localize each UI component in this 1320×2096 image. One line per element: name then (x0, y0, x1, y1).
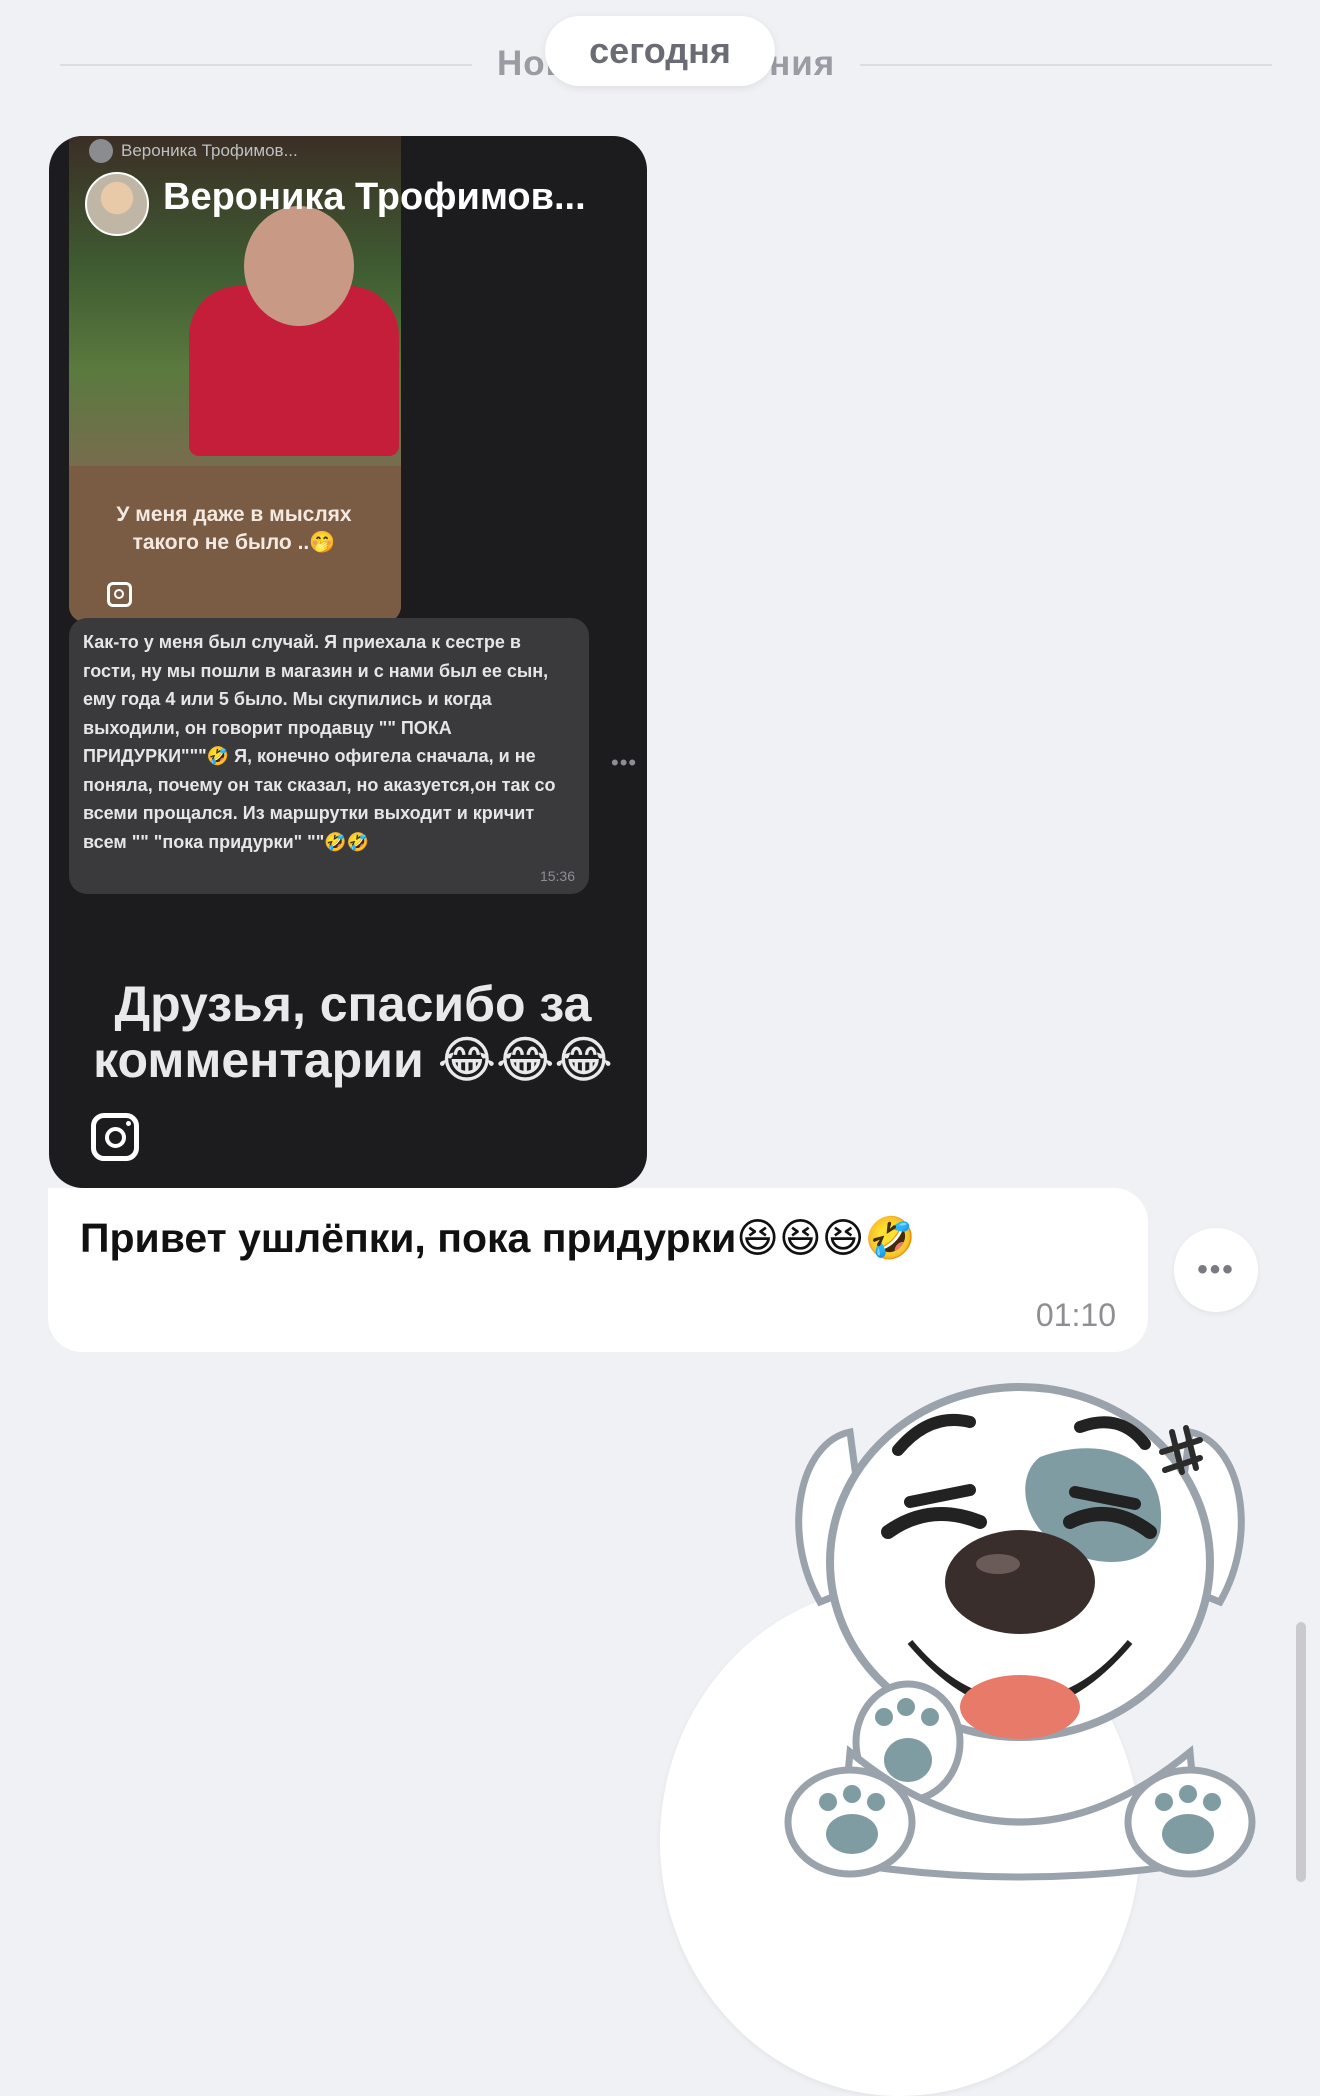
photo-person-head (244, 206, 354, 326)
story-caption: Друзья, спасибо за комментарии 😂😂😂 (93, 976, 613, 1088)
divider-line-left (60, 64, 472, 66)
story-comment: Как-то у меня был случай. Я приехала к с… (69, 618, 589, 894)
story-small-author: Вероника Трофимов... (121, 141, 298, 160)
message-text: Привет ушлёпки, пока придурки😆😆😆🤣 (80, 1215, 916, 1261)
story-author-avatar (85, 172, 149, 236)
instagram-icon (107, 582, 132, 607)
date-badge: сегодня (545, 16, 775, 86)
story-comment-time: 15:36 (539, 868, 575, 884)
message-more-button[interactable]: ••• (1174, 1228, 1258, 1312)
story-dots-icon: ••• (611, 750, 638, 775)
photo-caption: У меня даже в мыслях такого не было ..🤭 (116, 503, 352, 554)
scrollbar[interactable] (1296, 1622, 1306, 1882)
message-bubble[interactable]: Привет ушлёпки, пока придурки😆😆😆🤣 01:10 (48, 1188, 1148, 1352)
story-attachment[interactable]: У меня даже в мыслях такого не было ..🤭 … (49, 136, 647, 1188)
laughing-dog-sticker[interactable] (780, 1372, 1260, 1882)
story-author-name: Вероника Трофимов... (163, 176, 586, 218)
small-avatar (89, 139, 113, 163)
instagram-icon (91, 1113, 139, 1161)
story-comment-text: Как-то у меня был случай. Я приехала к с… (83, 632, 556, 852)
more-icon: ••• (1197, 1253, 1235, 1286)
message-time: 01:10 (1035, 1297, 1116, 1333)
divider-line-right (860, 64, 1272, 66)
